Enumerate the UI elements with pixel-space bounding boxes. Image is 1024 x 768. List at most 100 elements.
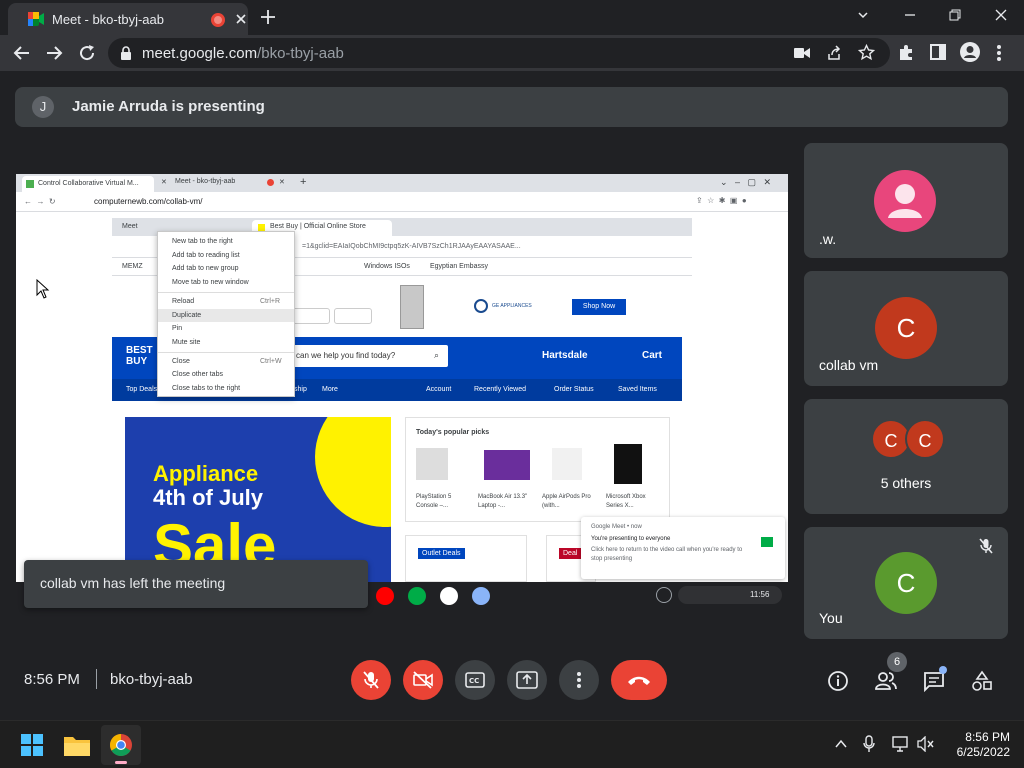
- bookmark-star-icon[interactable]: [858, 44, 875, 61]
- product-xbox-image: [614, 444, 642, 484]
- notification-source: Google Meet • now: [591, 524, 642, 530]
- mic-toggle-button[interactable]: [351, 660, 391, 700]
- side-panel-icon[interactable]: [930, 44, 946, 60]
- menu-shortcut: Ctrl+R: [260, 298, 281, 305]
- product-ps5-image: [416, 448, 448, 480]
- participant-tile-w[interactable]: .w.: [804, 143, 1008, 258]
- product-1: PlayStation 5 Console –...: [416, 494, 452, 509]
- tray-overflow-icon[interactable]: [834, 737, 848, 751]
- menu-item: Add tab to reading list: [172, 252, 240, 259]
- shared-status-icon: [656, 587, 672, 603]
- notification-meet-icon: [761, 537, 773, 547]
- menu-item: Add tab to new group: [172, 265, 239, 272]
- shared-nav-icons: ← → ↻: [24, 197, 56, 206]
- close-window-icon[interactable]: [994, 8, 1008, 22]
- new-tab-icon[interactable]: [259, 8, 277, 26]
- minimize-icon[interactable]: [903, 8, 917, 22]
- shared-recording-icon: [267, 179, 274, 186]
- forward-icon[interactable]: [44, 43, 64, 63]
- shared-tab-2-title: Meet - bko-tbyj-aab: [175, 178, 236, 185]
- network-icon[interactable]: [892, 736, 910, 752]
- browser-toolbar: meet.google.com/bko-tbyj-aab: [0, 35, 1024, 71]
- meeting-details-button[interactable]: [823, 666, 853, 696]
- tray-mic-icon[interactable]: [863, 735, 875, 753]
- participant-name: .w.: [819, 231, 837, 247]
- shared-screen[interactable]: Control Collaborative Virtual M... ✕ Mee…: [16, 174, 788, 582]
- share-icon[interactable]: [826, 45, 842, 61]
- participant-avatar: [874, 170, 936, 232]
- bookmark-3: Egyptian Embassy: [430, 263, 488, 270]
- reload-icon[interactable]: [77, 43, 97, 63]
- camera-toggle-button[interactable]: [403, 660, 443, 700]
- extensions-icon[interactable]: [898, 44, 915, 61]
- bestbuy-search-icon: ⌕: [434, 350, 440, 360]
- product-2: MacBook Air 13.3" Laptop -...: [478, 494, 528, 509]
- presenter-avatar: J: [32, 96, 54, 118]
- taskbar-clock[interactable]: 8:56 PM 6/25/2022: [946, 730, 1010, 760]
- url-path: /bko-tbyj-aab: [257, 45, 344, 62]
- participant-tile-collab-vm[interactable]: C collab vm: [804, 271, 1008, 386]
- hang-up-icon: [626, 674, 652, 686]
- app-icon: [440, 587, 458, 605]
- chat-notification-dot: [939, 666, 947, 674]
- shared-toolbar: ← → ↻ computernewb.com/collab-vm/ ⇪ ☆ ✱ …: [16, 192, 788, 212]
- captions-button[interactable]: CC: [455, 660, 495, 700]
- shared-new-tab-icon: +: [300, 176, 307, 188]
- meeting-code: bko-tbyj-aab: [110, 671, 193, 688]
- leave-call-button[interactable]: [611, 660, 667, 700]
- participant-avatar: C: [905, 419, 945, 459]
- chrome-menu-icon[interactable]: [996, 44, 1002, 62]
- promo-circle: [315, 417, 391, 527]
- menu-item: Close: [172, 358, 190, 365]
- browser-tab[interactable]: Meet - bko-tbyj-aab: [8, 3, 248, 35]
- windows-start-icon[interactable]: [21, 734, 43, 756]
- tab-strip: Meet - bko-tbyj-aab: [0, 0, 1024, 35]
- chrome-taskbar-button[interactable]: [101, 725, 141, 765]
- nested-tab-2-title: Best Buy | Official Online Store: [270, 223, 366, 230]
- presenting-text: Jamie Arruda is presenting: [72, 98, 265, 115]
- profile-icon[interactable]: [960, 42, 980, 62]
- lock-icon[interactable]: [120, 46, 132, 60]
- shared-taskbar: 11:56: [368, 582, 788, 608]
- nav-ship: ship: [294, 386, 307, 393]
- participant-tile-you[interactable]: C You: [804, 527, 1008, 639]
- nav-more: More: [322, 386, 338, 393]
- bestbuy-logo: BEST BUY: [126, 345, 153, 367]
- notification-title: You're presenting to everyone: [591, 536, 671, 542]
- more-options-button[interactable]: [559, 660, 599, 700]
- nested-url: =1&gclid=EAIaIQobChMI9ctpq5zK-AIVB7SzCh1…: [302, 243, 521, 250]
- menu-item: Pin: [172, 325, 183, 332]
- file-explorer-icon[interactable]: [64, 734, 90, 756]
- notification-body: Click here to return to the video call w…: [591, 547, 743, 562]
- restore-icon[interactable]: [948, 8, 962, 22]
- bookmark-1: MEMZ: [122, 263, 143, 270]
- mic-off-icon: [361, 670, 381, 690]
- menu-divider: [158, 352, 294, 353]
- menu-item: Move tab to new window: [172, 279, 249, 286]
- nav-order-status: Order Status: [554, 386, 594, 393]
- shared-toolbar-icons: ⇪ ☆ ✱ ▣ ●: [696, 196, 747, 205]
- close-tab-icon[interactable]: [234, 12, 248, 26]
- deal-label: Deal: [559, 548, 582, 559]
- nav-recently-viewed: Recently Viewed: [474, 386, 527, 393]
- product-macbook-image: [484, 450, 530, 480]
- windows-taskbar: 8:56 PM 6/25/2022: [0, 720, 1024, 768]
- tab-search-icon[interactable]: [856, 8, 870, 22]
- address-bar[interactable]: meet.google.com/bko-tbyj-aab: [108, 38, 890, 68]
- volume-muted-icon[interactable]: [917, 736, 935, 752]
- present-now-button[interactable]: [507, 660, 547, 700]
- promo-banner: Appliance 4th of July Sale: [125, 417, 391, 582]
- bestbuy-search-placeholder: can we help you find today?: [296, 351, 396, 360]
- outlet-card: Outlet Deals: [405, 535, 527, 582]
- activities-button[interactable]: [967, 666, 997, 696]
- shared-tab-1: Control Collaborative Virtual M...: [22, 176, 154, 192]
- back-icon[interactable]: [12, 43, 32, 63]
- menu-item: Reload: [172, 298, 195, 305]
- shared-tab-strip: Control Collaborative Virtual M... ✕ Mee…: [16, 174, 788, 192]
- nav-account: Account: [426, 386, 452, 393]
- camera-in-use-icon[interactable]: [794, 46, 810, 60]
- toast-text: collab vm has left the meeting: [40, 575, 226, 591]
- shop-now-button: Shop Now: [572, 299, 626, 315]
- shared-tab-2-close: ✕: [279, 179, 285, 186]
- participant-tile-others[interactable]: C C 5 others: [804, 399, 1008, 514]
